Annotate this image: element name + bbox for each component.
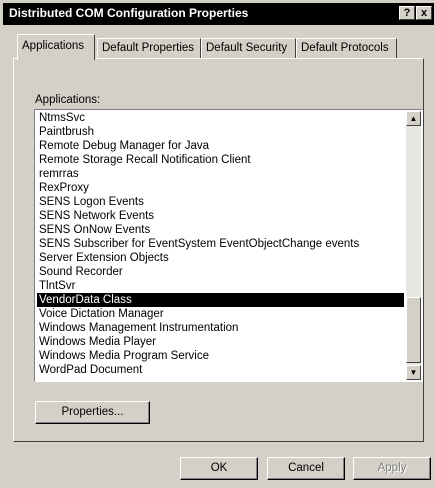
dcom-config-window: Distributed COM Configuration Properties… <box>0 0 435 488</box>
close-button[interactable]: x <box>416 6 432 20</box>
window-title: Distributed COM Configuration Properties <box>9 6 249 20</box>
properties-button[interactable]: Properties... <box>35 401 150 424</box>
applications-list[interactable]: NtmsSvc Paintbrush Remote Debug Manager … <box>34 109 423 382</box>
triangle-up-icon: ▲ <box>409 114 418 123</box>
list-item[interactable]: Windows Management Instrumentation <box>37 321 404 335</box>
list-item[interactable]: NtmsSvc <box>37 111 404 125</box>
apply-button-label: Apply <box>377 462 407 474</box>
tab-default-security[interactable]: Default Security <box>201 38 296 59</box>
list-item[interactable]: TlntSvr <box>37 279 404 293</box>
help-button[interactable]: ? <box>399 6 415 20</box>
tab-default-protocols[interactable]: Default Protocols <box>296 38 397 59</box>
scroll-down-button[interactable]: ▼ <box>406 365 421 380</box>
scroll-thumb[interactable] <box>406 297 421 363</box>
list-item[interactable]: Remote Debug Manager for Java <box>37 139 404 153</box>
list-item[interactable]: SENS Network Events <box>37 209 404 223</box>
list-item[interactable]: SENS OnNow Events <box>37 223 404 237</box>
list-item[interactable]: remrras <box>37 167 404 181</box>
help-icon: ? <box>403 7 411 19</box>
list-item[interactable]: RexProxy <box>37 181 404 195</box>
list-item-selected[interactable]: VendorData Class <box>37 293 404 307</box>
scroll-up-button[interactable]: ▲ <box>406 111 421 126</box>
applications-label: Applications: <box>35 94 101 106</box>
properties-button-label: Properties... <box>61 406 124 418</box>
list-item[interactable]: Sound Recorder <box>37 265 404 279</box>
list-scrollbar[interactable]: ▲ ▼ <box>406 111 421 380</box>
list-item[interactable]: SENS Logon Events <box>37 195 404 209</box>
list-item[interactable]: Remote Storage Recall Notification Clien… <box>37 153 404 167</box>
tab-label: Default Properties <box>102 42 195 54</box>
close-icon: x <box>420 7 428 19</box>
apply-button[interactable]: Apply <box>353 457 431 480</box>
tab-default-properties[interactable]: Default Properties <box>97 38 201 59</box>
ok-button-label: OK <box>210 462 228 474</box>
tab-label: Default Protocols <box>301 42 389 54</box>
title-bar[interactable]: Distributed COM Configuration Properties… <box>3 3 434 25</box>
tab-label: Applications <box>22 40 85 52</box>
cancel-button-label: Cancel <box>288 462 324 474</box>
tab-applications[interactable]: Applications <box>17 34 95 60</box>
list-item[interactable]: Windows Media Player <box>37 335 404 349</box>
triangle-down-icon: ▼ <box>409 368 418 377</box>
list-item[interactable]: WordPad Document <box>37 363 404 377</box>
ok-button[interactable]: OK <box>180 457 258 480</box>
list-item[interactable]: Voice Dictation Manager <box>37 307 404 321</box>
tab-label: Default Security <box>206 42 288 54</box>
cancel-button[interactable]: Cancel <box>267 457 345 480</box>
list-item[interactable]: Server Extension Objects <box>37 251 404 265</box>
list-item[interactable]: SENS Subscriber for EventSystem EventObj… <box>37 237 404 251</box>
list-item[interactable]: Paintbrush <box>37 125 404 139</box>
list-item[interactable]: Windows Media Program Service <box>37 349 404 363</box>
